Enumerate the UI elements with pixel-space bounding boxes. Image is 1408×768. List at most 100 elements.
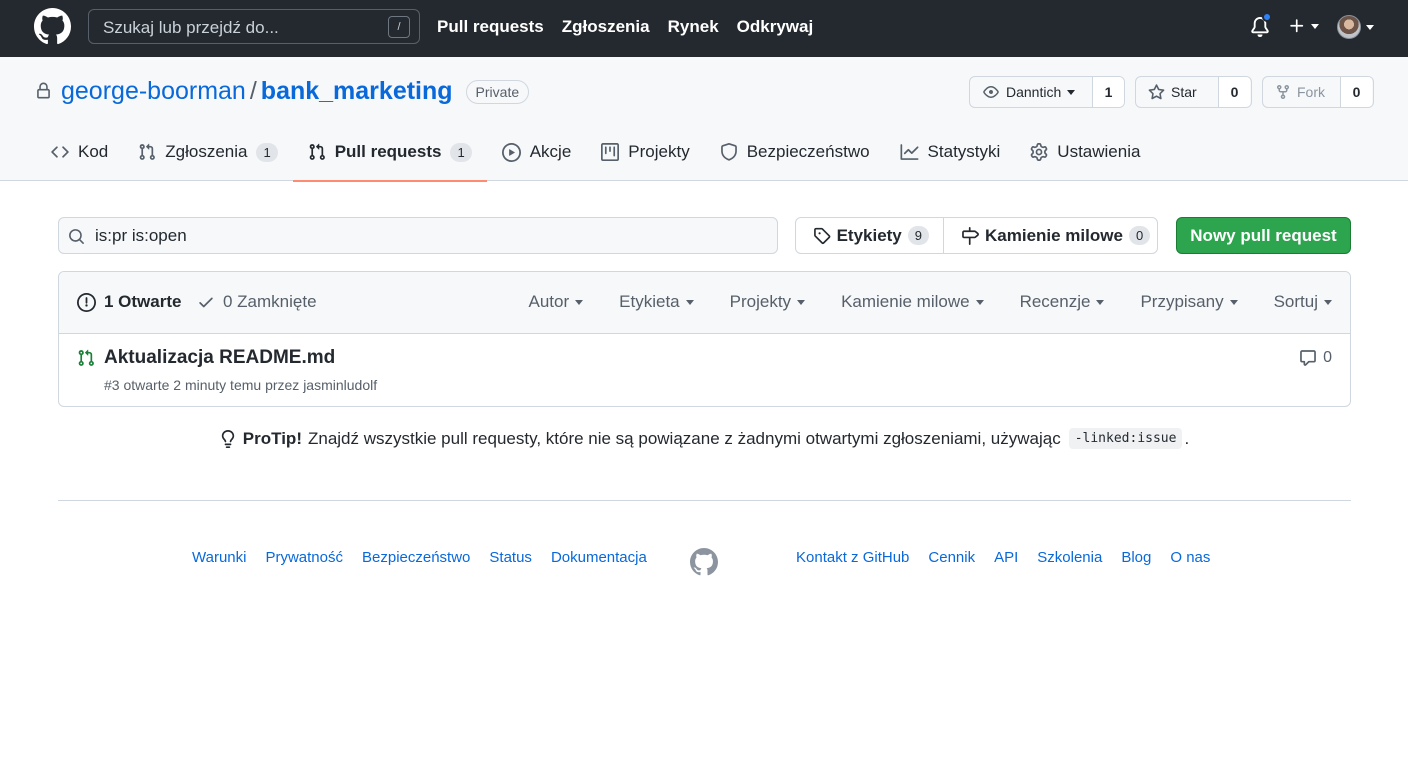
tab-counter: 1 bbox=[450, 142, 472, 162]
menu-label: Autor bbox=[528, 292, 570, 311]
footer-link-terms[interactable]: Warunki bbox=[192, 549, 246, 566]
tab-label: Projekty bbox=[628, 142, 690, 161]
footer-divider bbox=[58, 500, 1351, 501]
watch-button[interactable]: Danntich bbox=[970, 77, 1092, 107]
footer-link-pricing[interactable]: Cennik bbox=[928, 549, 975, 566]
footer-link-blog[interactable]: Blog bbox=[1121, 549, 1151, 566]
chevron-down-icon bbox=[1311, 23, 1319, 29]
open-issue-icon bbox=[77, 292, 96, 312]
repo-tabs: Kod Zgłoszenia 1 Pull requests 1 Akcje P… bbox=[36, 129, 1155, 182]
open-label: 1 Otwarte bbox=[104, 292, 182, 311]
milestones-button[interactable]: Kamienie milowe 0 bbox=[943, 218, 1157, 253]
author-menu[interactable]: Autor bbox=[529, 292, 584, 312]
footer-link-contact[interactable]: Kontakt z GitHub bbox=[796, 549, 909, 566]
tab-label: Akcje bbox=[529, 142, 572, 161]
watch-count[interactable]: 1 bbox=[1092, 77, 1124, 107]
labels-button[interactable]: Etykiety 9 bbox=[796, 218, 943, 253]
nav-issues[interactable]: Zgłoszenia bbox=[562, 17, 650, 37]
fork-count[interactable]: 0 bbox=[1340, 77, 1372, 107]
menu-label: Projekty bbox=[729, 292, 792, 311]
tab-insights[interactable]: Statystyki bbox=[885, 129, 1016, 181]
chevron-down-icon bbox=[975, 299, 984, 305]
pr-title-link[interactable]: Aktualizacja README.md bbox=[104, 347, 335, 369]
repo-title: george-boorman / bank_marketing Private bbox=[61, 77, 530, 106]
chevron-down-icon bbox=[1229, 299, 1238, 305]
search-placeholder: Szukaj lub przejdź do... bbox=[103, 18, 279, 37]
eye-icon bbox=[983, 86, 999, 98]
open-pull-request-icon bbox=[77, 349, 95, 367]
menu-label: Przypisany bbox=[1140, 292, 1224, 311]
footer-links-right: Kontakt z GitHub Cennik API Szkolenia Bl… bbox=[796, 549, 1210, 566]
labels-counter: 9 bbox=[907, 226, 929, 245]
tab-actions[interactable]: Akcje bbox=[487, 129, 587, 181]
avatar[interactable] bbox=[1337, 15, 1361, 39]
tab-pull-requests[interactable]: Pull requests 1 bbox=[292, 129, 487, 182]
pr-comments-link[interactable]: 0 bbox=[1299, 349, 1332, 367]
chevron-down-icon bbox=[575, 299, 584, 305]
tab-issues[interactable]: Zgłoszenia 1 bbox=[123, 129, 292, 181]
label-menu[interactable]: Etykieta bbox=[619, 292, 694, 312]
closed-filter-link[interactable]: 0 Zamknięte bbox=[197, 292, 317, 312]
nav-marketplace[interactable]: Rynek bbox=[668, 17, 719, 37]
milestones-counter: 0 bbox=[1128, 226, 1151, 245]
tab-counter: 1 bbox=[256, 142, 278, 162]
nav-explore[interactable]: Odkrywaj bbox=[737, 17, 814, 37]
fork-button[interactable]: Fork bbox=[1263, 77, 1340, 107]
menu-label: Sortuj bbox=[1273, 292, 1318, 311]
assignee-menu[interactable]: Przypisany bbox=[1140, 292, 1238, 312]
footer-link-security[interactable]: Bezpieczeństwo bbox=[362, 549, 470, 566]
tab-settings[interactable]: Ustawienia bbox=[1015, 129, 1155, 181]
global-search-input[interactable]: Szukaj lub przejdź do... / bbox=[88, 9, 420, 44]
gear-icon bbox=[1030, 143, 1048, 161]
footer-link-status[interactable]: Status bbox=[489, 549, 532, 566]
chevron-down-icon bbox=[1067, 89, 1076, 95]
footer-link-training[interactable]: Szkolenia bbox=[1037, 549, 1102, 566]
search-shortcut-key: / bbox=[388, 16, 410, 38]
light-bulb-icon bbox=[221, 429, 234, 448]
comment-count: 0 bbox=[1323, 349, 1332, 366]
tab-projects[interactable]: Projekty bbox=[586, 129, 704, 181]
protip-code-link[interactable]: -linked:issue bbox=[1068, 428, 1183, 449]
visibility-badge: Private bbox=[465, 79, 530, 104]
projects-menu[interactable]: Projekty bbox=[729, 292, 806, 312]
create-new-menu[interactable] bbox=[1288, 17, 1319, 35]
tab-code[interactable]: Kod bbox=[36, 129, 123, 181]
watch-label: Danntich bbox=[1006, 84, 1062, 100]
footer-link-docs[interactable]: Dokumentacja bbox=[551, 549, 647, 566]
star-icon bbox=[1148, 83, 1165, 99]
footer-link-about[interactable]: O nas bbox=[1170, 549, 1210, 566]
tab-label: Zgłoszenia bbox=[165, 142, 248, 161]
star-label: Star bbox=[1171, 84, 1197, 100]
tab-label: Pull requests bbox=[334, 142, 442, 161]
code-icon bbox=[51, 146, 69, 158]
chevron-down-icon bbox=[1324, 299, 1332, 305]
pull-request-list: 1 Otwarte 0 Zamknięte Autor Etykieta Pro… bbox=[58, 271, 1351, 407]
reviews-menu[interactable]: Recenzje bbox=[1020, 292, 1105, 312]
labels-milestones-group: Etykiety 9 Kamienie milowe 0 bbox=[795, 217, 1158, 254]
star-count[interactable]: 0 bbox=[1218, 77, 1250, 107]
repo-separator: / bbox=[249, 77, 257, 105]
new-pull-request-button[interactable]: Nowy pull request bbox=[1176, 217, 1351, 254]
protip-strong: ProTip! bbox=[242, 428, 302, 448]
milestones-menu[interactable]: Kamienie milowe bbox=[841, 292, 984, 312]
footer-link-privacy[interactable]: Prywatność bbox=[265, 549, 343, 566]
project-icon bbox=[601, 143, 620, 161]
tab-security[interactable]: Bezpieczeństwo bbox=[705, 129, 885, 181]
tab-label: Statystyki bbox=[927, 142, 1001, 161]
user-menu[interactable] bbox=[1337, 15, 1374, 39]
footer-link-api[interactable]: API bbox=[994, 549, 1018, 566]
sort-menu[interactable]: Sortuj bbox=[1274, 292, 1332, 312]
github-logo-icon[interactable] bbox=[34, 8, 71, 45]
star-button[interactable]: Star bbox=[1136, 77, 1218, 107]
watch-button-group: Danntich 1 bbox=[969, 76, 1125, 108]
tab-label: Kod bbox=[78, 142, 109, 161]
github-footer-logo-icon[interactable] bbox=[690, 548, 718, 576]
repo-owner-link[interactable]: george-boorman bbox=[61, 77, 246, 106]
nav-pull-requests[interactable]: Pull requests bbox=[437, 17, 544, 37]
open-filter-link[interactable]: 1 Otwarte bbox=[77, 292, 181, 312]
filter-input[interactable] bbox=[95, 218, 755, 253]
play-icon bbox=[501, 142, 521, 162]
list-header: 1 Otwarte 0 Zamknięte Autor Etykieta Pro… bbox=[59, 272, 1350, 334]
search-icon bbox=[68, 228, 85, 245]
repo-name-link[interactable]: bank_marketing bbox=[261, 77, 453, 106]
